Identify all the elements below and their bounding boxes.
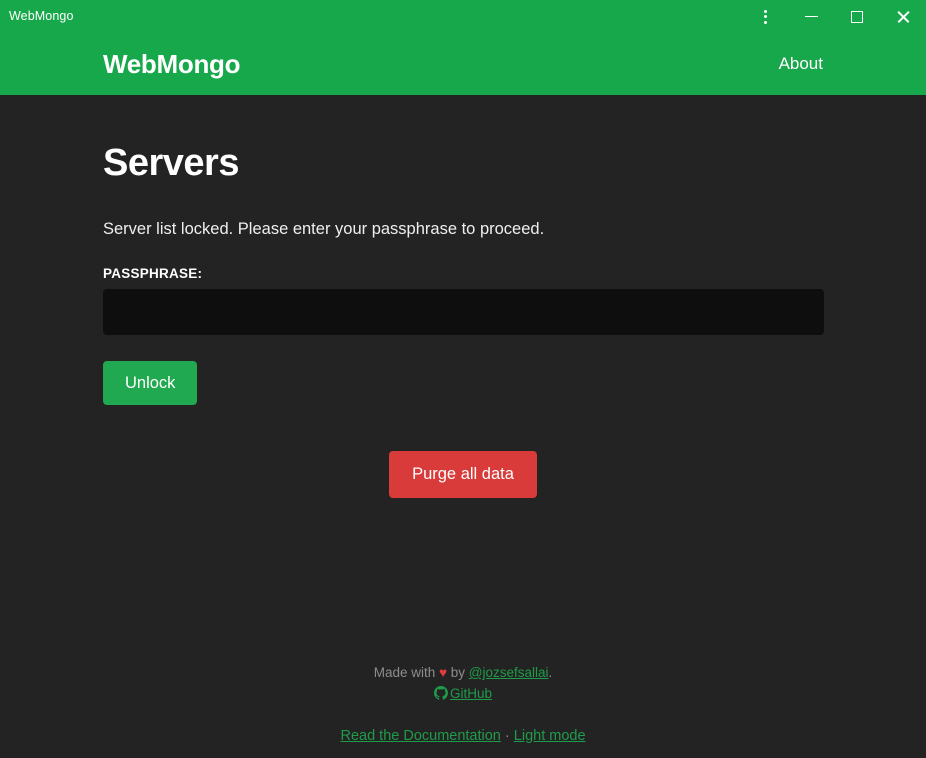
window-titlebar: WebMongo (0, 0, 926, 33)
documentation-link[interactable]: Read the Documentation (340, 728, 500, 744)
window-title: WebMongo (0, 10, 74, 23)
unlock-button[interactable]: Unlock (103, 361, 197, 406)
purge-section: Purge all data (103, 451, 823, 498)
github-link[interactable]: GitHub (434, 686, 492, 701)
page-title: Servers (103, 143, 823, 185)
github-icon (434, 686, 448, 707)
lock-message: Server list locked. Please enter your pa… (103, 220, 823, 239)
window-close-button[interactable] (880, 0, 926, 33)
window-controls (742, 0, 926, 33)
maximize-icon (851, 11, 863, 23)
passphrase-input[interactable] (103, 289, 824, 335)
window-maximize-button[interactable] (834, 0, 880, 33)
window-menu-button[interactable] (742, 0, 788, 33)
footer-github-row: GitHub (0, 684, 926, 707)
kebab-menu-icon (764, 10, 767, 24)
app-header: WebMongo About (0, 33, 926, 95)
purge-all-data-button[interactable]: Purge all data (389, 451, 537, 498)
footer-links: Read the Documentation · Light mode (0, 725, 926, 747)
passphrase-label: PASSPHRASE: (103, 266, 823, 281)
minimize-icon (805, 16, 818, 18)
theme-toggle-link[interactable]: Light mode (514, 728, 586, 744)
brand-logo[interactable]: WebMongo (103, 49, 240, 80)
footer: Made with ♥ by @jozsefsallai. GitHub Rea… (0, 663, 926, 747)
footer-credit-prefix: Made with (374, 665, 439, 680)
footer-credit: Made with ♥ by @jozsefsallai. (0, 663, 926, 684)
close-icon (896, 10, 910, 24)
footer-credit-suffix: . (549, 665, 553, 680)
nav-item-about[interactable]: About (779, 54, 823, 74)
window-minimize-button[interactable] (788, 0, 834, 33)
github-label: GitHub (450, 686, 492, 701)
heart-icon: ♥ (439, 665, 447, 680)
footer-credit-mid: by (447, 665, 469, 680)
author-link[interactable]: @jozsefsallai (469, 665, 549, 680)
main-content: Servers Server list locked. Please enter… (0, 143, 926, 498)
